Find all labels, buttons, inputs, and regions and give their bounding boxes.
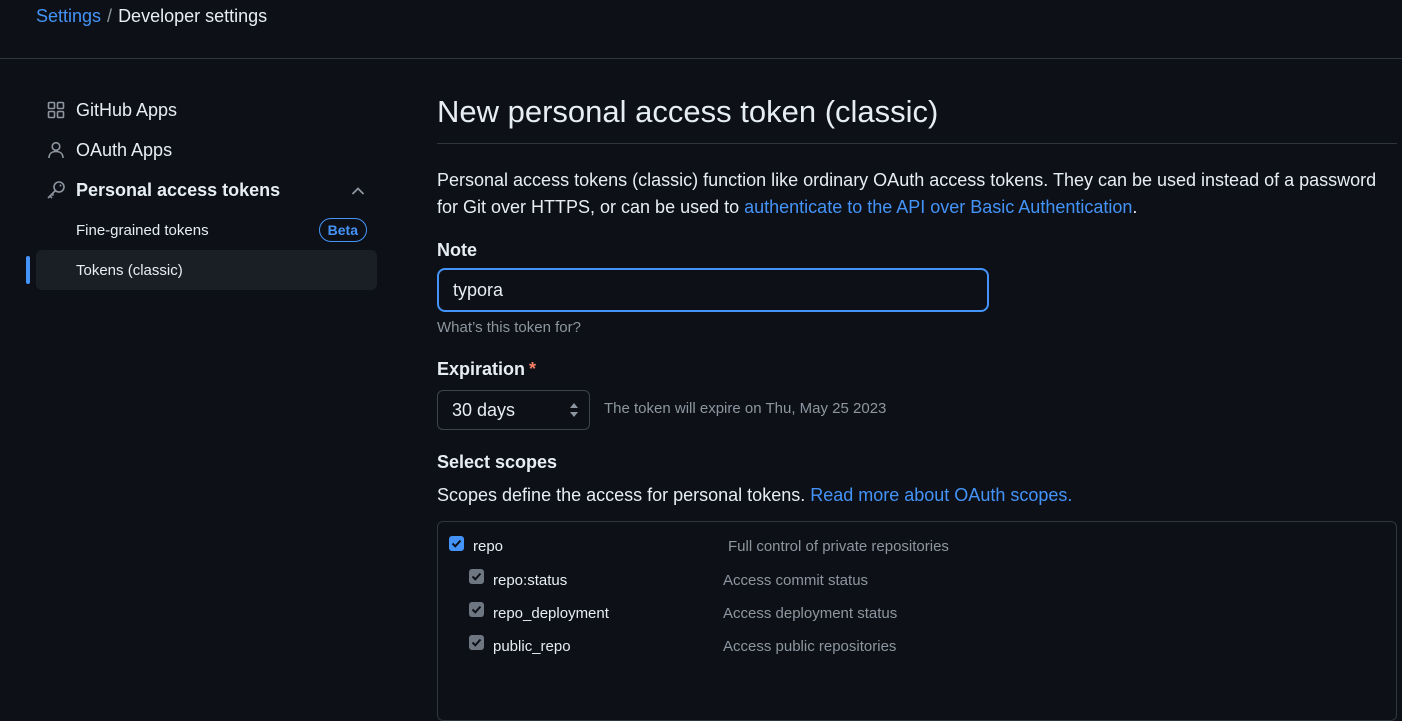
scope-name: repo_deployment bbox=[493, 605, 609, 622]
scope-checkbox-repo-status[interactable] bbox=[469, 569, 484, 584]
scope-checkbox-repo-deployment[interactable] bbox=[469, 602, 484, 617]
sidebar: GitHub Apps OAuth Apps Personal access t… bbox=[26, 90, 377, 290]
scope-description: Full control of private repositories bbox=[728, 538, 949, 555]
apps-grid-icon bbox=[46, 100, 66, 120]
page-title: New personal access token (classic) bbox=[437, 90, 1397, 144]
expiration-select[interactable]: 30 days bbox=[437, 390, 590, 430]
sidebar-item-label: GitHub Apps bbox=[76, 99, 178, 120]
scope-description: Access public repositories bbox=[723, 638, 897, 655]
scope-checkbox-public-repo[interactable] bbox=[469, 635, 484, 650]
beta-badge: Beta bbox=[318, 218, 367, 242]
note-help-text: What’s this token for? bbox=[437, 319, 581, 336]
scopes-list: repo Full control of private repositorie… bbox=[437, 521, 1397, 721]
scope-description: Access commit status bbox=[723, 572, 869, 589]
scope-name: repo bbox=[473, 538, 504, 555]
basic-auth-link[interactable]: authenticate to the API over Basic Authe… bbox=[744, 197, 1132, 217]
expiration-label-text: Expiration bbox=[437, 359, 526, 379]
breadcrumb-current: Developer settings bbox=[118, 6, 268, 26]
scope-name: repo:status bbox=[493, 572, 568, 589]
scopes-description-text: Scopes define the access for personal to… bbox=[437, 485, 811, 505]
scope-checkbox-repo[interactable] bbox=[449, 536, 464, 551]
oauth-scopes-link[interactable]: Read more about OAuth scopes. bbox=[810, 485, 1072, 505]
scope-name: public_repo bbox=[493, 638, 571, 655]
sidebar-subitem-label: Fine-grained tokens bbox=[76, 221, 209, 239]
expiration-note: The token will expire on Thu, May 25 202… bbox=[604, 400, 887, 417]
chevron-up-icon[interactable] bbox=[351, 180, 365, 201]
expiration-selected-value: 30 days bbox=[452, 399, 516, 420]
key-icon bbox=[46, 180, 66, 200]
sidebar-item-github-apps[interactable]: GitHub Apps bbox=[36, 90, 377, 130]
main-content: New personal access token (classic) Pers… bbox=[437, 90, 1397, 721]
sidebar-item-label: Personal access tokens bbox=[76, 179, 281, 200]
expiration-label: Expiration * bbox=[437, 359, 536, 380]
note-label: Note bbox=[437, 240, 477, 260]
sidebar-item-oauth-apps[interactable]: OAuth Apps bbox=[36, 130, 377, 170]
sidebar-item-personal-access-tokens[interactable]: Personal access tokens bbox=[36, 170, 377, 210]
sidebar-subitem-label: Tokens (classic) bbox=[76, 261, 183, 279]
header-divider bbox=[0, 58, 1402, 59]
page-description: Personal access tokens (classic) functio… bbox=[437, 167, 1397, 221]
select-scopes-label: Select scopes bbox=[437, 452, 558, 472]
sidebar-subitem-fine-grained-tokens[interactable]: Fine-grained tokens Beta bbox=[36, 210, 377, 250]
description-end: . bbox=[1132, 197, 1138, 217]
active-indicator bbox=[26, 256, 30, 284]
breadcrumb-settings-link[interactable]: Settings bbox=[36, 5, 101, 27]
scope-description: Access deployment status bbox=[723, 605, 898, 622]
person-icon bbox=[46, 140, 66, 160]
sidebar-item-label: OAuth Apps bbox=[76, 139, 173, 160]
note-input[interactable] bbox=[437, 268, 989, 312]
breadcrumb-separator: / bbox=[107, 6, 113, 26]
required-mark: * bbox=[529, 359, 537, 379]
breadcrumb: Settings / Developer settings bbox=[36, 5, 267, 27]
select-arrows-icon bbox=[569, 402, 579, 423]
scopes-description: Scopes define the access for personal to… bbox=[437, 485, 1072, 506]
sidebar-subitem-tokens-classic[interactable]: Tokens (classic) bbox=[26, 250, 377, 290]
